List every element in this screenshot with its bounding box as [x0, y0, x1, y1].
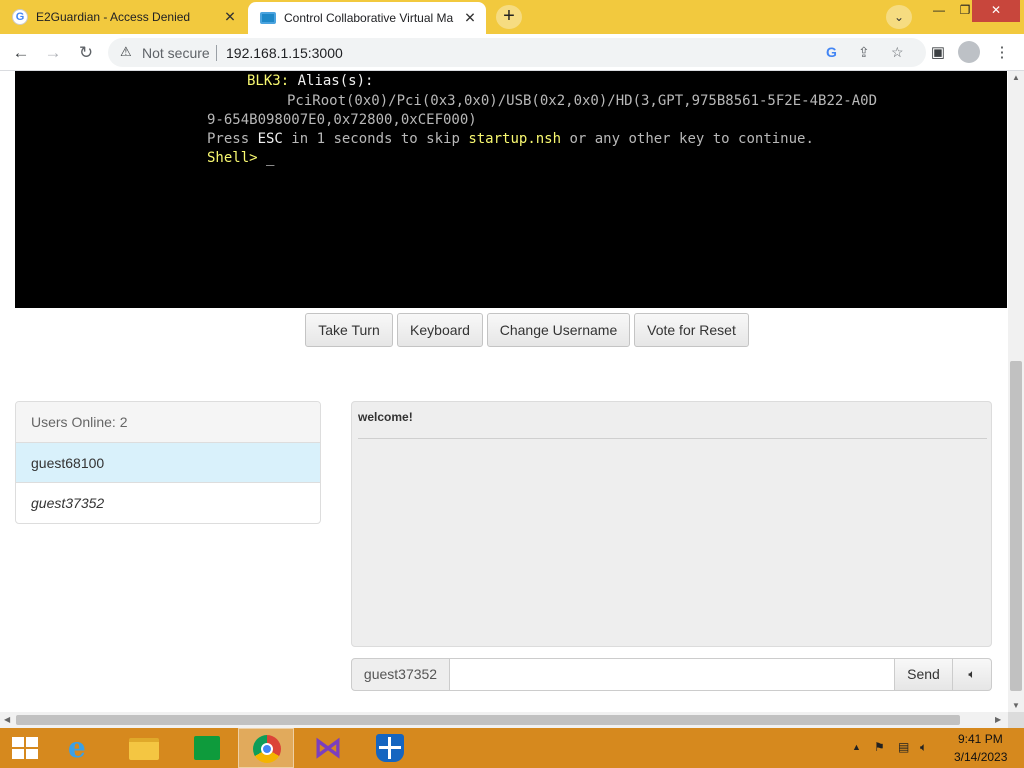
volume-icon[interactable]: 🔈︎	[920, 740, 927, 755]
divider	[216, 45, 217, 61]
scroll-right-icon[interactable]: ▶	[995, 715, 1001, 724]
new-tab-button[interactable]: +	[496, 5, 522, 29]
vm-display[interactable]: BLK3: Alias(s): PciRoot(0x0)/Pci(0x3,0x0…	[15, 71, 1007, 308]
tab-collabvm[interactable]: Control Collaborative Virtual Ma ✕	[248, 2, 486, 34]
file-explorer-icon[interactable]	[116, 728, 172, 768]
scroll-up-icon[interactable]: ▲	[1012, 73, 1020, 82]
bookmark-star-icon[interactable]: ☆	[891, 44, 904, 61]
share-icon[interactable]: ⇪	[858, 44, 870, 61]
tab-e2guardian[interactable]: G E2Guardian - Access Denied ✕	[0, 0, 246, 34]
network-icon[interactable]: ▤	[898, 740, 909, 754]
speaker-icon[interactable]: 🔈︎	[952, 658, 992, 691]
users-online-panel: Users Online: 2 guest68100 guest37352	[15, 401, 321, 524]
store-icon[interactable]	[178, 728, 234, 768]
scrollbar-thumb[interactable]	[16, 715, 960, 725]
vm-line: BLK3: Alias(s):	[247, 73, 374, 89]
chrome-icon[interactable]	[238, 728, 294, 768]
scroll-left-icon[interactable]: ◀	[4, 715, 10, 724]
taskbar: e ⋈ ▲ ⚑ ▤ 🔈︎ 9:41 PM 3/14/2023	[0, 728, 1024, 768]
send-button[interactable]: Send	[894, 658, 953, 691]
browser-titlebar: G E2Guardian - Access Denied ✕ Control C…	[0, 0, 1024, 34]
internet-explorer-icon[interactable]: e	[54, 728, 110, 768]
user-list-item[interactable]: guest68100	[16, 443, 320, 483]
defender-icon[interactable]	[362, 728, 418, 768]
take-turn-button[interactable]: Take Turn	[305, 313, 393, 347]
chat-log: welcome!	[351, 401, 992, 647]
window-close-button[interactable]: ✕	[972, 0, 1020, 22]
scrollbar-thumb[interactable]	[1010, 361, 1022, 691]
vm-line: Press ESC in 1 seconds to skip startup.n…	[207, 131, 814, 147]
chat-message: welcome!	[358, 410, 413, 424]
users-online-heading: Users Online: 2	[16, 402, 320, 443]
chat-username-label: guest37352	[351, 658, 450, 691]
clock-date[interactable]: 3/14/2023	[954, 750, 1007, 764]
forward-arrow-icon[interactable]: →	[42, 42, 64, 64]
tab-title: Control Collaborative Virtual Ma	[284, 11, 454, 25]
scroll-corner	[1008, 712, 1024, 728]
side-panel-icon[interactable]: ▣	[928, 43, 948, 61]
profile-avatar-icon[interactable]	[958, 41, 980, 63]
vertical-scrollbar[interactable]: ▲ ▼	[1008, 71, 1024, 712]
visual-studio-icon[interactable]: ⋈	[300, 728, 356, 768]
vm-shell-prompt: Shell> _	[207, 150, 275, 166]
close-icon[interactable]: ✕	[462, 10, 478, 27]
scroll-down-icon[interactable]: ▼	[1012, 701, 1020, 710]
security-label[interactable]: Not secure	[142, 45, 210, 61]
chat-input[interactable]	[450, 658, 895, 691]
start-icon[interactable]	[2, 728, 46, 768]
monitor-icon	[260, 12, 276, 24]
tray-expand-icon[interactable]: ▲	[852, 742, 861, 752]
chevron-down-icon[interactable]: ⌄	[886, 5, 912, 29]
change-username-button[interactable]: Change Username	[487, 313, 630, 347]
user-list-item-self[interactable]: guest37352	[16, 483, 320, 523]
close-icon[interactable]: ✕	[222, 9, 238, 26]
vote-reset-button[interactable]: Vote for Reset	[634, 313, 749, 347]
horizontal-scrollbar[interactable]: ◀ ▶	[0, 712, 1008, 728]
more-menu-icon[interactable]: ⋮	[992, 43, 1012, 61]
tab-title: E2Guardian - Access Denied	[36, 10, 191, 24]
browser-toolbar: ← → ↻ ⚠ Not secure 192.168.1.15:3000 G ⇪…	[0, 34, 1024, 71]
google-translate-icon[interactable]: G	[826, 44, 837, 60]
keyboard-button[interactable]: Keyboard	[397, 313, 483, 347]
page-viewport: BLK3: Alias(s): PciRoot(0x0)/Pci(0x3,0x0…	[0, 71, 1008, 712]
clock-time[interactable]: 9:41 PM	[958, 732, 1003, 746]
vm-line: PciRoot(0x0)/Pci(0x3,0x0)/USB(0x2,0x0)/H…	[287, 93, 878, 109]
divider	[358, 438, 987, 439]
back-arrow-icon[interactable]: ←	[10, 42, 32, 64]
google-g-icon: G	[12, 9, 28, 25]
action-center-flag-icon[interactable]: ⚑	[874, 740, 885, 754]
address-bar[interactable]: ⚠ Not secure 192.168.1.15:3000 G ⇪ ☆	[108, 38, 926, 67]
vm-line: 9-654B098007E0,0x72800,0xCEF000)	[207, 112, 477, 128]
url-text[interactable]: 192.168.1.15:3000	[226, 45, 343, 61]
warning-icon[interactable]: ⚠	[120, 44, 132, 60]
reload-icon[interactable]: ↻	[75, 42, 97, 64]
